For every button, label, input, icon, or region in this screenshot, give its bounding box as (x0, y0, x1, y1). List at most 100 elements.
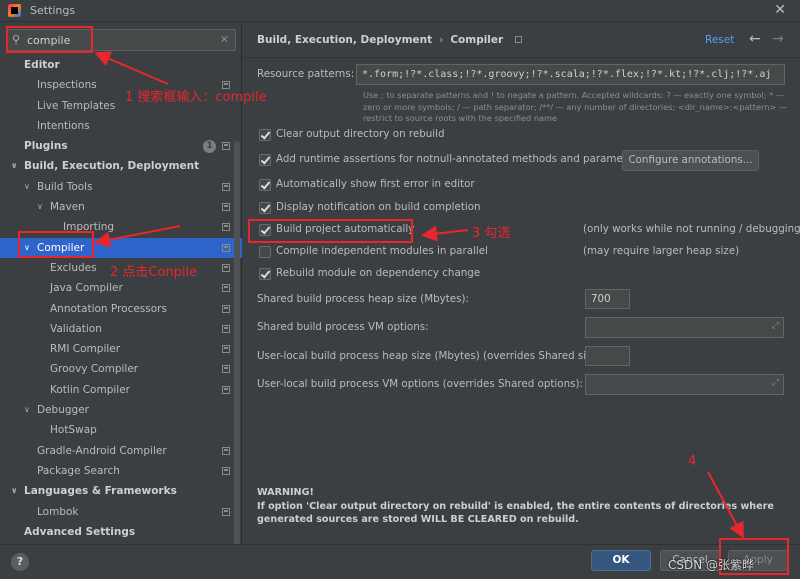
sidebar-item-label: Inspections (37, 79, 97, 92)
project-scope-icon (222, 182, 230, 191)
annotation-step2: 2 点击Conpile (110, 265, 198, 280)
sidebar-item-label: Maven (50, 201, 85, 214)
checkbox-label: Compile independent modules in parallel (276, 245, 488, 257)
sidebar-item-validation[interactable]: Validation (0, 319, 242, 339)
breadcrumb-current: Compiler (450, 34, 504, 46)
checkbox[interactable] (259, 179, 271, 191)
intellij-icon (8, 4, 21, 17)
breadcrumb: Build, Execution, Deployment › Compiler (257, 34, 522, 46)
help-button[interactable]: ? (11, 553, 29, 571)
project-scope-icon (222, 223, 230, 232)
checkbox[interactable] (259, 129, 271, 141)
sidebar-item-label: Build Tools (37, 180, 93, 193)
chevron-down-icon[interactable]: ∨ (24, 177, 30, 197)
chevron-down-icon[interactable]: ∨ (24, 400, 30, 420)
sidebar-item-label: Live Templates (37, 99, 116, 112)
chevron-down-icon[interactable]: ∨ (11, 156, 18, 176)
sidebar-item-label: Build, Execution, Deployment (24, 160, 200, 173)
project-scope-icon (222, 263, 230, 272)
forward-arrow-icon[interactable]: → (772, 31, 784, 47)
sidebar-item-label: HotSwap (50, 424, 97, 437)
user-vm-options-input[interactable]: ⤢ (585, 374, 784, 395)
sidebar-item-label: Validation (50, 322, 102, 335)
sidebar-item-plugins[interactable]: Plugins 1 (0, 136, 242, 156)
heap-size-input[interactable]: 700 (585, 289, 630, 309)
sidebar-item-lombok[interactable]: Lombok (0, 502, 242, 522)
ok-button[interactable]: OK (591, 550, 651, 571)
sidebar-item-label: Package Search (37, 464, 120, 477)
breadcrumb-separator: › (439, 34, 444, 46)
checkbox-label: Display notification on build completion (276, 201, 481, 213)
warning-body: If option 'Clear output directory on reb… (257, 500, 774, 526)
sidebar-item-label: Advanced Settings (24, 525, 136, 538)
checkbox-label: Add runtime assertions for notnull-annot… (276, 153, 643, 165)
project-scope-icon (222, 203, 230, 212)
user-heap-size-input[interactable] (585, 346, 630, 366)
close-icon[interactable]: ✕ (774, 2, 786, 18)
sidebar-item-build-tools[interactable]: ∨ Build Tools (0, 177, 242, 197)
sidebar-item-label: Kotlin Compiler (50, 383, 130, 396)
sidebar-item-java-compiler[interactable]: Java Compiler (0, 278, 242, 298)
title-bar: Settings ✕ (0, 0, 800, 22)
sidebar-item-hotswap[interactable]: HotSwap (0, 420, 242, 440)
chevron-down-icon[interactable]: ∨ (37, 197, 43, 217)
resource-patterns-label: Resource patterns: (257, 68, 355, 80)
annotation-step4: 4 (688, 454, 697, 469)
checkbox[interactable] (259, 154, 271, 166)
sidebar-item-editor[interactable]: Editor (0, 55, 242, 75)
expand-icon[interactable]: ⤢ (772, 317, 779, 335)
sidebar-item-languages-frameworks[interactable]: ∨ Languages & Frameworks (0, 481, 242, 501)
chevron-down-icon[interactable]: ∨ (11, 481, 18, 501)
sidebar-item-rmi-compiler[interactable]: RMI Compiler (0, 339, 242, 359)
clear-search-icon[interactable]: ✕ (220, 33, 229, 46)
checkbox[interactable] (259, 246, 271, 258)
user-vm-options-label: User-local build process VM options (ove… (257, 378, 583, 390)
vm-options-input[interactable]: ⤢ (585, 317, 784, 338)
watermark: CSDN @张紫晔 (668, 558, 755, 572)
project-scope-icon (514, 36, 522, 43)
sidebar-item-groovy-compiler[interactable]: Groovy Compiler (0, 359, 242, 379)
configure-annotations-button[interactable]: Configure annotations... (622, 150, 759, 171)
option-note: (may require larger heap size) (583, 245, 740, 257)
sidebar-item-label: Gradle-Android Compiler (37, 444, 167, 457)
checkbox-label: Rebuild module on dependency change (276, 267, 481, 279)
settings-content: Build, Execution, Deployment › Compiler Re… (243, 23, 800, 544)
resource-patterns-hint: Use ; to separate patterns and ! to nega… (363, 90, 788, 123)
annotation-box-build-auto (248, 219, 413, 243)
expand-icon[interactable]: ⤢ (772, 374, 779, 392)
back-arrow-icon[interactable]: ← (749, 31, 761, 47)
sidebar-item-build-execution-deployment[interactable]: ∨ Build, Execution, Deployment (0, 156, 242, 176)
checkbox[interactable] (259, 202, 271, 214)
sidebar-item-intentions[interactable]: Intentions (0, 116, 242, 136)
sidebar-item-label: Lombok (37, 505, 79, 518)
sidebar-item-kotlin-compiler[interactable]: Kotlin Compiler (0, 380, 242, 400)
reset-link[interactable]: Reset (705, 34, 734, 46)
project-scope-icon (222, 385, 230, 394)
project-scope-icon (222, 365, 230, 374)
sidebar-item-label: Excludes (50, 261, 97, 274)
heap-size-label: Shared build process heap size (Mbytes): (257, 293, 469, 305)
vm-options-label: Shared build process VM options: (257, 321, 429, 333)
sidebar-scrollbar[interactable] (234, 141, 240, 561)
checkbox-label: Clear output directory on rebuild (276, 128, 445, 140)
sidebar-item-label: RMI Compiler (50, 343, 121, 356)
annotation-step1: 1 搜索框输入：compile (125, 90, 267, 105)
sidebar-item-maven[interactable]: ∨ Maven (0, 197, 242, 217)
sidebar-item-package-search[interactable]: Package Search (0, 461, 242, 481)
annotation-box-search (6, 26, 93, 53)
project-scope-icon (222, 284, 230, 293)
project-scope-icon (222, 446, 230, 455)
resource-patterns-input[interactable]: *.form;!?*.class;!?*.groovy;!?*.scala;!?… (356, 64, 785, 85)
sidebar-item-label: Intentions (37, 119, 90, 132)
warning-title: WARNING! (257, 487, 314, 498)
sidebar-item-gradle-android-compiler[interactable]: Gradle-Android Compiler (0, 441, 242, 461)
breadcrumb-parent[interactable]: Build, Execution, Deployment (257, 34, 432, 46)
project-scope-icon (222, 243, 230, 252)
project-scope-icon (222, 304, 230, 313)
sidebar-item-advanced-settings[interactable]: Advanced Settings (0, 522, 242, 542)
sidebar-item-annotation-processors[interactable]: Annotation Processors (0, 299, 242, 319)
project-scope-icon (222, 324, 230, 333)
update-count-badge: 1 (203, 140, 216, 154)
sidebar-item-debugger[interactable]: ∨ Debugger (0, 400, 242, 420)
checkbox[interactable] (259, 268, 271, 280)
